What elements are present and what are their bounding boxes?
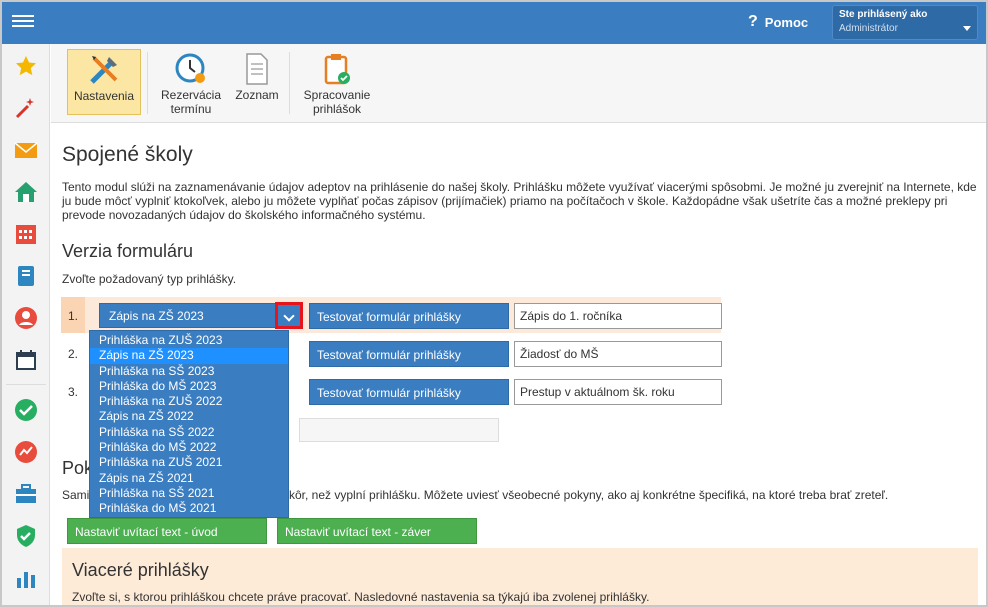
dropdown-option[interactable]: Prihláška na SŠ 2023 — [90, 364, 288, 379]
form-type-dropdown: Prihláška na ZUŠ 2023 Zápis na ZŠ 2023 P… — [89, 330, 289, 518]
spracovanie-label-1: Spracovanie — [303, 88, 371, 102]
panel-title: Viaceré prihlášky — [72, 560, 209, 580]
check-circle-icon[interactable] — [14, 398, 38, 422]
rezervacia-label-1: Rezervácia — [160, 88, 222, 102]
dropdown-option[interactable]: Zápis na ZŠ 2022 — [90, 409, 288, 424]
dropdown-option[interactable]: Prihláška do MŠ 2022 — [90, 440, 288, 455]
tools-icon — [90, 56, 118, 84]
notebook-icon[interactable] — [14, 264, 38, 288]
magic-wand-icon[interactable] — [14, 96, 38, 120]
dropdown-option[interactable]: Prihláška na SŠ 2022 — [90, 425, 288, 440]
bar-chart-icon[interactable] — [14, 566, 38, 590]
form-name-input[interactable] — [514, 379, 722, 405]
panel-text: Zvoľte si, s ktorou prihláškou chcete pr… — [72, 590, 650, 604]
intro-text: Tento modul slúži na zaznamenávanie údaj… — [62, 180, 977, 222]
clipboard-check-icon — [324, 54, 350, 85]
dropdown-option[interactable]: Prihláška na ZUŠ 2023 — [90, 333, 288, 348]
help-label: Pomoc — [764, 14, 809, 30]
chevron-down-icon[interactable] — [275, 302, 303, 329]
briefcase-icon[interactable] — [14, 482, 38, 506]
ribbon-divider — [289, 52, 290, 114]
user-menu[interactable]: Ste prihlásený ako Administrátor — [832, 5, 978, 40]
instructions-text-right: kôr, než vyplní prihlášku. Môžete uviesť… — [289, 488, 889, 502]
empty-field[interactable] — [299, 418, 499, 442]
dropdown-option[interactable]: Prihláška na SŠ 2021 — [90, 486, 288, 501]
spracovanie-button[interactable]: Spracovanie prihlášok — [295, 49, 379, 116]
multiple-forms-panel: Viaceré prihlášky Zvoľte si, s ktorou pr… — [62, 548, 978, 605]
rezervacia-label-2: termínu — [170, 102, 212, 116]
page-title: Spojené školy — [62, 143, 193, 166]
user-icon[interactable] — [14, 306, 38, 330]
nastavenia-button[interactable]: Nastavenia — [67, 49, 141, 115]
sidebar — [2, 44, 50, 605]
star-icon[interactable] — [14, 54, 38, 78]
dropdown-option-selected[interactable]: Zápis na ZŠ 2023 — [90, 348, 288, 364]
instructions-text-left: Sami — [62, 488, 90, 502]
test-form-button[interactable]: Testovať formulár prihlášky — [309, 379, 509, 405]
dropdown-option[interactable]: Prihláška do MŠ 2021 — [90, 501, 288, 516]
ribbon-divider — [147, 52, 148, 114]
top-bar: ? Pomoc Ste prihlásený ako Administrátor — [2, 2, 986, 44]
row-number: 3. — [68, 385, 79, 399]
app-window: ? Pomoc Ste prihlásený ako Administrátor… — [0, 0, 988, 607]
test-form-button[interactable]: Testovať formulár prihlášky — [309, 341, 509, 367]
help-button[interactable]: ? Pomoc — [748, 13, 808, 31]
dropdown-option[interactable]: Prihláška na ZUŠ 2021 — [90, 455, 288, 470]
sidebar-divider — [6, 384, 46, 385]
user-name: Administrátor — [839, 23, 898, 34]
menu-icon[interactable] — [12, 12, 34, 32]
form-type-select[interactable]: Zápis na ZŠ 2023 — [99, 303, 303, 328]
home-icon[interactable] — [14, 180, 38, 204]
zoznam-label: Zoznam — [235, 88, 279, 102]
form-name-input[interactable] — [514, 303, 722, 329]
nastavenia-label: Nastavenia — [73, 89, 135, 103]
form-row-1: 1. Zápis na ZŠ 2023 Testovať formulár pr… — [61, 297, 722, 333]
dropdown-option[interactable]: Prihláška do MŠ 2023 — [90, 379, 288, 394]
spracovanie-label-2: prihlášok — [312, 102, 362, 116]
shield-check-icon[interactable] — [14, 524, 38, 548]
clock-icon — [175, 53, 205, 83]
row-number: 2. — [68, 347, 79, 361]
version-hint: Zvoľte požadovaný typ prihlášky. — [62, 272, 237, 286]
ribbon-toolbar: Nastavenia Rezervácia termínu Zoznam Spr… — [51, 44, 986, 123]
calendar-icon[interactable] — [14, 348, 38, 372]
user-caption: Ste prihlásený ako — [839, 9, 928, 20]
question-icon: ? — [748, 13, 758, 30]
chart-circle-icon[interactable] — [14, 440, 38, 464]
form-name-input[interactable] — [514, 341, 722, 367]
dropdown-option[interactable]: Prihláška na ZUŠ 2022 — [90, 394, 288, 409]
rezervacia-button[interactable]: Rezervácia termínu — [155, 49, 227, 116]
row-number: 1. — [68, 309, 79, 323]
set-intro-text-button[interactable]: Nastaviť uvítací text - úvod — [67, 518, 267, 544]
document-icon — [246, 53, 268, 85]
calendar-grid-icon[interactable] — [14, 222, 38, 246]
section-title-version: Verzia formuláru — [62, 241, 194, 261]
test-form-button[interactable]: Testovať formulár prihlášky — [309, 303, 509, 329]
zoznam-button[interactable]: Zoznam — [231, 49, 283, 115]
dropdown-option[interactable]: Zápis na ZŠ 2021 — [90, 471, 288, 486]
set-outro-text-button[interactable]: Nastaviť uvítací text - záver — [277, 518, 477, 544]
chevron-down-icon — [963, 26, 971, 31]
envelope-icon[interactable] — [14, 138, 38, 162]
